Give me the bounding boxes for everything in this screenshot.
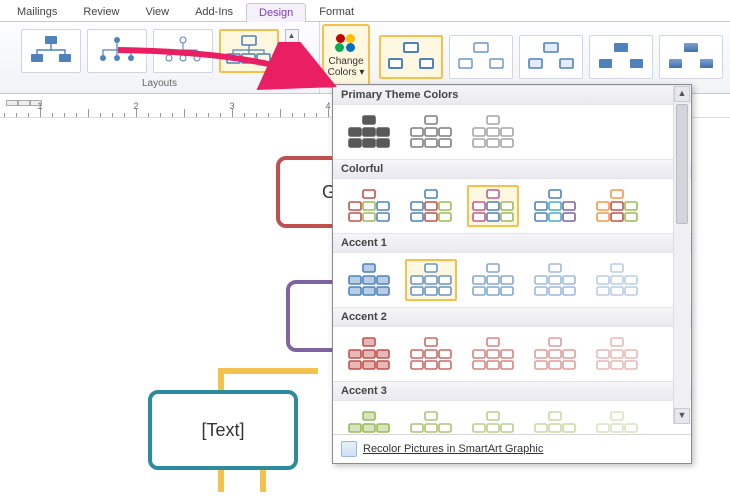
style-option-2[interactable] <box>449 35 513 79</box>
colorful-color-0[interactable] <box>343 185 395 227</box>
tab-view[interactable]: View <box>132 2 182 21</box>
accent1-color-0[interactable] <box>343 259 395 301</box>
dropdown-scroll-area[interactable]: Primary Theme Colors Colorful Accent 1 Acce… <box>333 85 691 434</box>
accent2-color-2[interactable] <box>467 333 519 375</box>
recolor-pictures-button[interactable]: Recolor Pictures in SmartArt Graphic <box>333 434 691 463</box>
accent3-color-2[interactable] <box>467 407 519 434</box>
accent1-color-1[interactable] <box>405 259 457 301</box>
dropdown-heading-accent3: Accent 3 <box>333 381 691 401</box>
primary-color-2[interactable] <box>467 111 519 153</box>
dropdown-row <box>333 327 691 381</box>
colorful-color-1[interactable] <box>405 185 457 227</box>
style-option-3[interactable] <box>519 35 583 79</box>
tab-addins[interactable]: Add-Ins <box>182 2 246 21</box>
dropdown-heading-colorful: Colorful <box>333 159 691 179</box>
accent1-color-2[interactable] <box>467 259 519 301</box>
layouts-scroll-up[interactable]: ▲ <box>285 29 299 43</box>
style-option-4[interactable] <box>589 35 653 79</box>
smartart-node-3[interactable]: [Text] <box>148 390 298 470</box>
change-colors-button[interactable]: Change Colors ▾ <box>322 24 370 88</box>
recolor-pictures-label: Recolor Pictures in SmartArt Graphic <box>363 443 543 455</box>
accent3-color-4[interactable] <box>591 407 643 434</box>
dropdown-scrollbar: ▲ ▼ <box>673 86 690 424</box>
tab-review[interactable]: Review <box>70 2 132 21</box>
layout-option-3[interactable] <box>153 29 213 73</box>
tab-format[interactable]: Format <box>306 2 367 21</box>
recolor-pictures-icon <box>341 441 357 457</box>
primary-color-0[interactable] <box>343 111 395 153</box>
accent1-color-3[interactable] <box>529 259 581 301</box>
layout-option-1[interactable] <box>21 29 81 73</box>
dropdown-row <box>333 105 691 159</box>
tab-design[interactable]: Design <box>246 3 306 22</box>
change-colors-icon <box>332 34 360 54</box>
dropdown-heading-primary: Primary Theme Colors <box>333 85 691 105</box>
primary-color-1[interactable] <box>405 111 457 153</box>
accent3-color-3[interactable] <box>529 407 581 434</box>
colorful-color-4[interactable] <box>591 185 643 227</box>
group-layouts: ▲ ▼ ▾ Layouts <box>0 22 320 93</box>
smartart-node-3-text: [Text] <box>201 420 244 441</box>
accent3-color-1[interactable] <box>405 407 457 434</box>
accent2-color-3[interactable] <box>529 333 581 375</box>
dropdown-scroll-up[interactable]: ▲ <box>674 86 690 102</box>
change-colors-label: Change Colors ▾ <box>324 56 368 78</box>
dropdown-heading-accent1: Accent 1 <box>333 233 691 253</box>
group-styles <box>372 22 730 93</box>
accent2-color-0[interactable] <box>343 333 395 375</box>
layouts-scroll-down[interactable]: ▼ <box>285 44 299 58</box>
accent3-color-0[interactable] <box>343 407 395 434</box>
tab-mailings[interactable]: Mailings <box>4 2 70 21</box>
layouts-gallery-more[interactable]: ▾ <box>285 59 299 73</box>
dropdown-row <box>333 253 691 307</box>
dropdown-scroll-down[interactable]: ▼ <box>674 408 690 424</box>
dropdown-heading-accent2: Accent 2 <box>333 307 691 327</box>
accent2-color-1[interactable] <box>405 333 457 375</box>
layouts-gallery-scroll: ▲ ▼ ▾ <box>285 29 299 73</box>
dropdown-row <box>333 179 691 233</box>
dropdown-scroll-handle[interactable] <box>676 104 688 224</box>
colorful-color-2[interactable] <box>467 185 519 227</box>
accent1-color-4[interactable] <box>591 259 643 301</box>
layout-option-2[interactable] <box>87 29 147 73</box>
accent2-color-4[interactable] <box>591 333 643 375</box>
group-layouts-label: Layouts <box>6 78 313 91</box>
layout-option-4-selected[interactable] <box>219 29 279 73</box>
style-option-5[interactable] <box>659 35 723 79</box>
colorful-color-3[interactable] <box>529 185 581 227</box>
style-option-1-selected[interactable] <box>379 35 443 79</box>
dropdown-row <box>333 401 691 434</box>
change-colors-dropdown: Primary Theme Colors Colorful Accent 1 Acce… <box>332 84 692 464</box>
ribbon-tabs: Mailings Review View Add-Ins Design Form… <box>0 0 730 22</box>
